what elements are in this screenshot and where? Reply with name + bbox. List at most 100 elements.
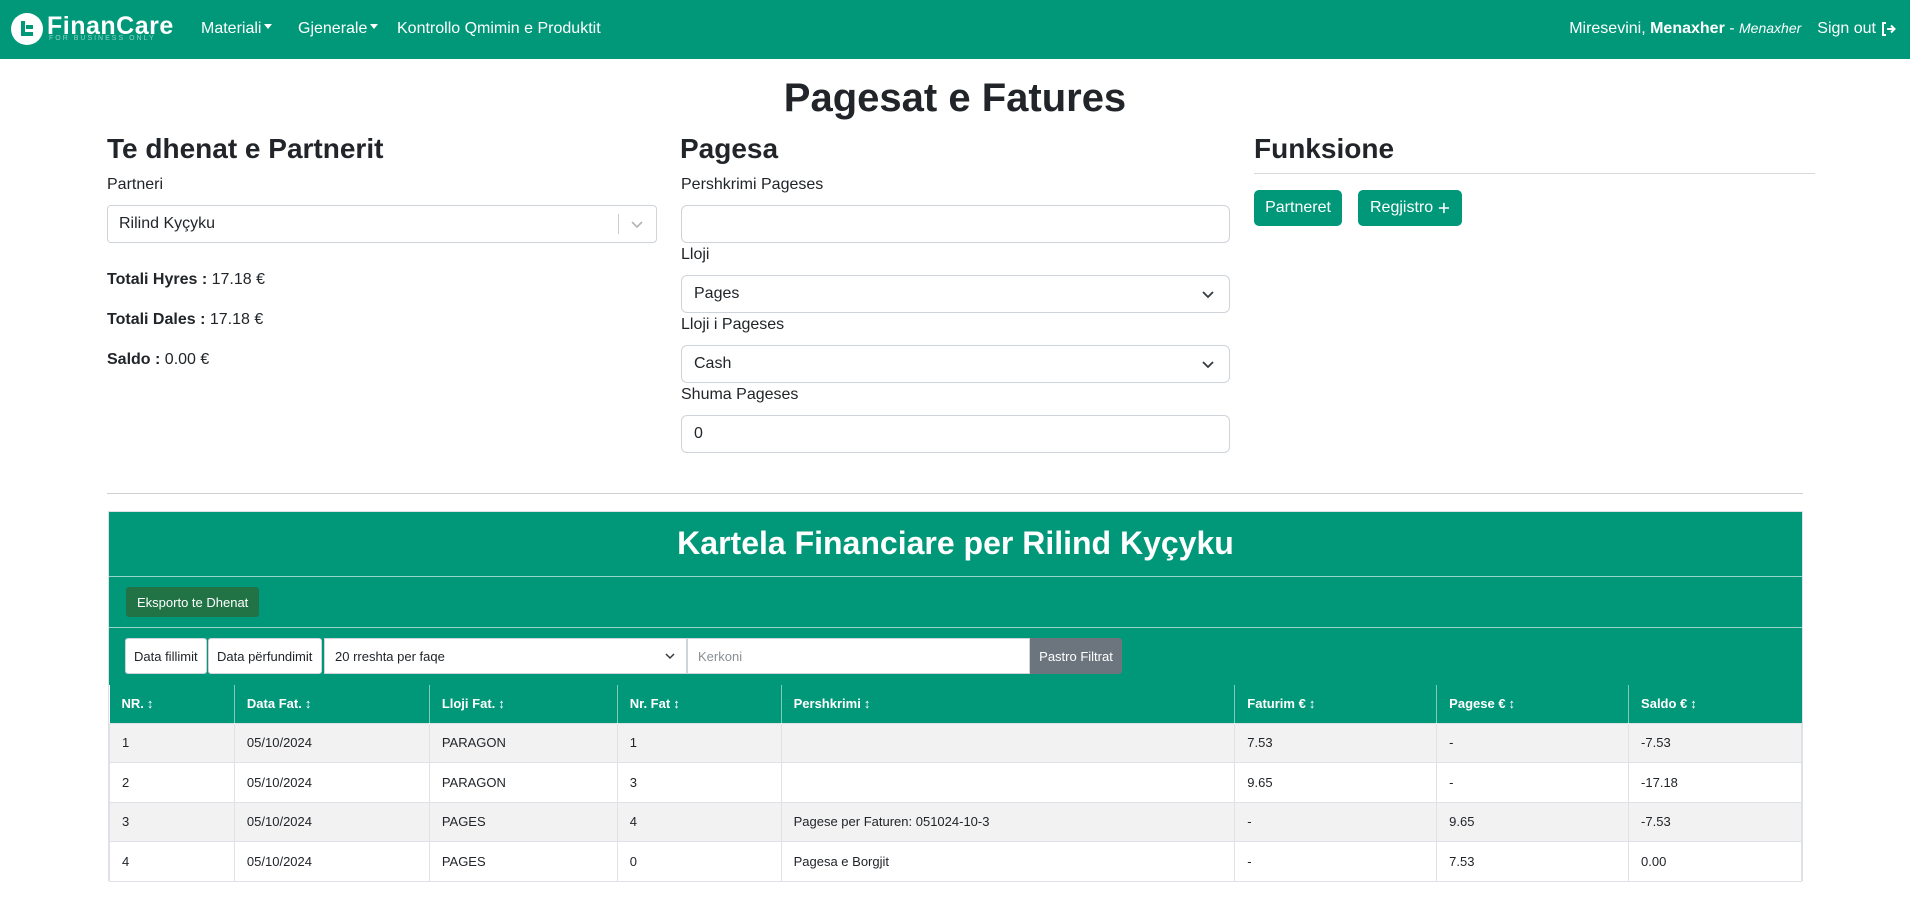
cell-balance: 0.00	[1628, 841, 1802, 882]
table-row[interactable]: 3 05/10/2024 PAGES 4 Pagese per Faturen:…	[109, 801, 1802, 842]
totali-hyres-label: Totali Hyres :	[107, 271, 208, 288]
cell-type: PARAGON	[428, 762, 618, 803]
cell-invoiced: -	[1234, 841, 1438, 882]
cell-description: Pagese per Faturen: 051024-10-3	[780, 801, 1236, 842]
column-header-description[interactable]: Pershkrimi ↕	[780, 685, 1235, 723]
sort-icon: ↕	[673, 696, 680, 712]
brand-logo-icon	[11, 13, 43, 45]
section-divider	[107, 493, 1803, 494]
cell-payment: 9.65	[1436, 801, 1630, 842]
saldo-value: 0.00 €	[164, 351, 210, 368]
cell-nr: 3	[109, 801, 235, 842]
totali-dales-label: Totali Dales :	[107, 311, 206, 328]
type-label: Lloji	[681, 246, 710, 263]
partner-select-value: Rilind Kyçyku	[119, 215, 216, 232]
column-header-label: NR.	[121, 696, 144, 712]
cell-invoice-nr: 0	[616, 841, 782, 882]
cell-nr: 2	[109, 762, 235, 803]
chevron-down-icon	[1202, 361, 1214, 369]
sort-icon: ↕	[146, 696, 154, 712]
financial-table: NR. ↕ Data Fat. ↕ Lloji Fat. ↕ Nr. Fat ↕ Per…	[109, 685, 1802, 882]
nav-menu-gjenerale[interactable]: Gjenerale	[298, 20, 379, 38]
cell-description	[780, 722, 1236, 763]
column-header-label: Pershkrimi	[793, 696, 861, 712]
functions-divider	[1254, 173, 1815, 174]
totali-dales: Totali Dales : 17.18 €	[107, 311, 263, 329]
chevron-down-icon	[1202, 291, 1214, 299]
financial-card: Kartela Financiare per Rilind Kyçyku Eks…	[108, 511, 1803, 882]
nav-link-kontrollo-qmimin[interactable]: Kontrollo Qmimin e Produktit	[397, 20, 601, 38]
end-date-button[interactable]: Data përfundimit	[208, 638, 322, 674]
type-select-value: Pages	[694, 285, 740, 302]
table-header-row: NR. ↕ Data Fat. ↕ Lloji Fat. ↕ Nr. Fat ↕ Per…	[109, 685, 1802, 723]
column-header-date[interactable]: Data Fat. ↕	[233, 685, 430, 723]
cell-date: 05/10/2024	[233, 801, 430, 842]
saldo: Saldo : 0.00 €	[107, 351, 209, 369]
cell-description	[780, 762, 1236, 803]
totali-hyres-value: 17.18 €	[211, 271, 266, 288]
card-title: Kartela Financiare per Rilind Kyçyku	[109, 512, 1802, 576]
amount-label: Shuma Pageses	[681, 386, 799, 403]
saldo-label: Saldo :	[107, 351, 161, 368]
sign-out-icon	[1882, 22, 1896, 36]
rows-per-page-select[interactable]: 20 rreshta per faqe	[324, 638, 687, 674]
cell-description: Pagesa e Borgjit	[780, 841, 1236, 882]
sign-out-link[interactable]: Sign out	[1817, 20, 1896, 38]
cell-payment: -	[1436, 762, 1630, 803]
cell-invoiced: -	[1234, 801, 1438, 842]
user-area: Miresevini, Menaxher - Menaxher Sign out	[1569, 20, 1896, 38]
clear-filters-button[interactable]: Pastro Filtrat	[1030, 638, 1122, 674]
partner-select[interactable]: Rilind Kyçyku	[107, 205, 657, 243]
partner-label: Partneri	[107, 176, 164, 193]
select-separator	[618, 214, 619, 234]
payment-section-title: Pagesa	[680, 133, 779, 164]
search-input[interactable]: Kerkoni	[687, 638, 1030, 674]
column-header-type[interactable]: Lloji Fat. ↕	[428, 685, 618, 723]
brand-tagline: FOR BUSINESS ONLY	[49, 35, 156, 42]
cell-invoice-nr: 3	[616, 762, 782, 803]
start-date-button[interactable]: Data fillimit	[125, 638, 207, 674]
cell-nr: 4	[109, 841, 235, 882]
table-row[interactable]: 1 05/10/2024 PARAGON 1 7.53 - -7.53	[109, 722, 1802, 763]
cell-invoiced: 9.65	[1234, 762, 1438, 803]
table-row[interactable]: 2 05/10/2024 PARAGON 3 9.65 - -17.18	[109, 762, 1802, 803]
export-bar: Eksporto te Dhenat	[109, 576, 1802, 627]
sort-icon: ↕	[1690, 696, 1697, 712]
column-header-balance[interactable]: Saldo € ↕	[1628, 685, 1802, 723]
export-data-button[interactable]: Eksporto te Dhenat	[126, 587, 260, 617]
functions-section-title: Funksione	[1254, 133, 1395, 164]
rows-per-page-value: 20 rreshta per faqe	[335, 648, 445, 664]
register-button[interactable]: Regjistro	[1358, 190, 1462, 226]
cell-type: PARAGON	[428, 722, 618, 763]
column-header-label: Lloji Fat.	[441, 696, 496, 712]
nav-menu-materiali-label: Materiali	[201, 20, 262, 37]
column-header-invoice-nr[interactable]: Nr. Fat ↕	[616, 685, 782, 723]
nav-menu-materiali[interactable]: Materiali	[201, 20, 273, 38]
brand-link[interactable]: FinanCare FOR BUSINESS ONLY	[11, 12, 174, 45]
caret-down-icon	[370, 24, 379, 30]
cell-balance: -17.18	[1628, 762, 1802, 803]
cell-date: 05/10/2024	[233, 841, 430, 882]
cell-balance: -7.53	[1628, 801, 1802, 842]
user-role: Menaxher	[1739, 20, 1802, 36]
cell-payment: -	[1436, 722, 1630, 763]
column-header-invoiced[interactable]: Faturim € ↕	[1234, 685, 1437, 723]
payment-type-select[interactable]: Cash	[681, 345, 1230, 383]
description-input[interactable]	[681, 205, 1230, 243]
caret-down-icon	[264, 24, 273, 30]
user-name: Menaxher	[1650, 20, 1725, 37]
column-header-payment[interactable]: Pagese € ↕	[1436, 685, 1629, 723]
partners-button[interactable]: Partneret	[1254, 190, 1342, 226]
sort-icon: ↕	[498, 696, 505, 712]
chevron-down-icon[interactable]	[630, 217, 644, 231]
page-title: Pagesat e Fatures	[783, 76, 1127, 120]
table-row[interactable]: 4 05/10/2024 PAGES 0 Pagesa e Borgjit - …	[109, 841, 1802, 882]
filter-bar: Data fillimit Data përfundimit 20 rresht…	[109, 627, 1802, 685]
plus-icon	[1438, 202, 1450, 214]
type-select[interactable]: Pages	[681, 275, 1230, 313]
amount-input[interactable]: 0	[681, 415, 1230, 453]
top-navbar: FinanCare FOR BUSINESS ONLY Materiali Gj…	[0, 0, 1910, 59]
column-header-nr[interactable]: NR. ↕	[109, 685, 235, 723]
cell-nr: 1	[109, 722, 235, 763]
column-header-label: Data Fat.	[246, 696, 302, 712]
